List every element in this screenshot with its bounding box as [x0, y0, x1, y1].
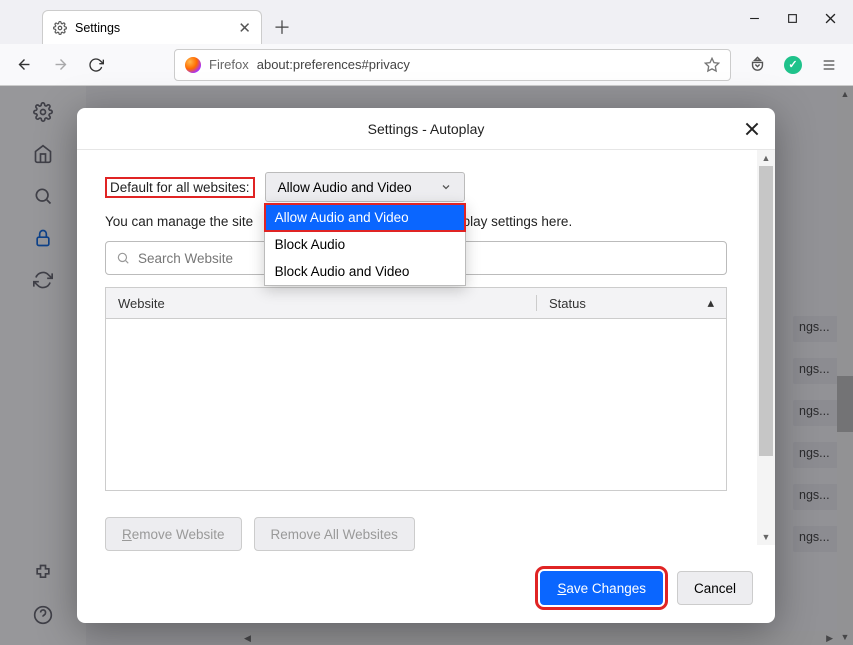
tab-title: Settings [75, 21, 120, 35]
browser-tab[interactable]: Settings ✕ [42, 10, 262, 44]
window-maximize-button[interactable] [775, 4, 809, 32]
remove-all-websites-button[interactable]: Remove All Websites [254, 517, 415, 551]
option-allow-audio-video[interactable]: Allow Audio and Video [265, 204, 465, 231]
dialog-title: Settings - Autoplay [368, 121, 485, 137]
select-value: Allow Audio and Video [278, 180, 412, 195]
websites-table-body [105, 319, 727, 491]
pocket-icon[interactable] [741, 49, 773, 81]
nav-toolbar: Firefox about:preferences#privacy ✓ [0, 44, 853, 86]
chevron-down-icon [440, 181, 452, 193]
gear-icon [53, 21, 67, 35]
firefox-icon [185, 57, 201, 73]
option-block-audio-video[interactable]: Block Audio and Video [265, 258, 465, 285]
default-autoplay-select[interactable]: Allow Audio and Video [265, 172, 465, 202]
search-placeholder: Search Website [138, 251, 233, 266]
new-tab-button[interactable]: ＋ [268, 13, 296, 41]
url-text: about:preferences#privacy [257, 57, 410, 72]
save-changes-button[interactable]: Save Changes [540, 571, 663, 605]
col-website[interactable]: Website [106, 296, 536, 311]
tab-close-icon[interactable]: ✕ [238, 19, 251, 37]
settings-page: ngs...ngs...ngs...ngs...ngs...ngs... ▲▼ … [0, 86, 853, 645]
url-bar[interactable]: Firefox about:preferences#privacy [174, 49, 731, 81]
forward-button[interactable] [44, 49, 76, 81]
window-titlebar: Settings ✕ ＋ [0, 0, 853, 44]
autoplay-dialog: Settings - Autoplay Default for all webs… [77, 108, 775, 623]
back-button[interactable] [8, 49, 40, 81]
cancel-button[interactable]: Cancel [677, 571, 753, 605]
window-minimize-button[interactable] [737, 4, 771, 32]
default-autoplay-dropdown: Allow Audio and Video Block Audio Block … [264, 203, 466, 286]
col-status[interactable]: Status ▴ [536, 295, 726, 311]
url-identity: Firefox [209, 57, 249, 72]
app-menu-button[interactable] [813, 49, 845, 81]
remove-website-button[interactable]: Remove Website [105, 517, 242, 551]
window-close-button[interactable] [813, 4, 847, 32]
sort-indicator-icon: ▴ [707, 295, 714, 311]
bookmark-star-icon[interactable] [704, 57, 720, 73]
dialog-header: Settings - Autoplay [77, 108, 775, 150]
dialog-close-button[interactable] [739, 116, 765, 142]
search-icon [116, 251, 130, 265]
default-for-websites-label: Default for all websites: [105, 177, 255, 198]
websites-table: Website Status ▴ [105, 287, 727, 491]
dialog-scrollbar[interactable]: ▲▼ [757, 150, 775, 545]
extension-badge[interactable]: ✓ [777, 49, 809, 81]
option-block-audio[interactable]: Block Audio [265, 231, 465, 258]
reload-button[interactable] [80, 49, 112, 81]
